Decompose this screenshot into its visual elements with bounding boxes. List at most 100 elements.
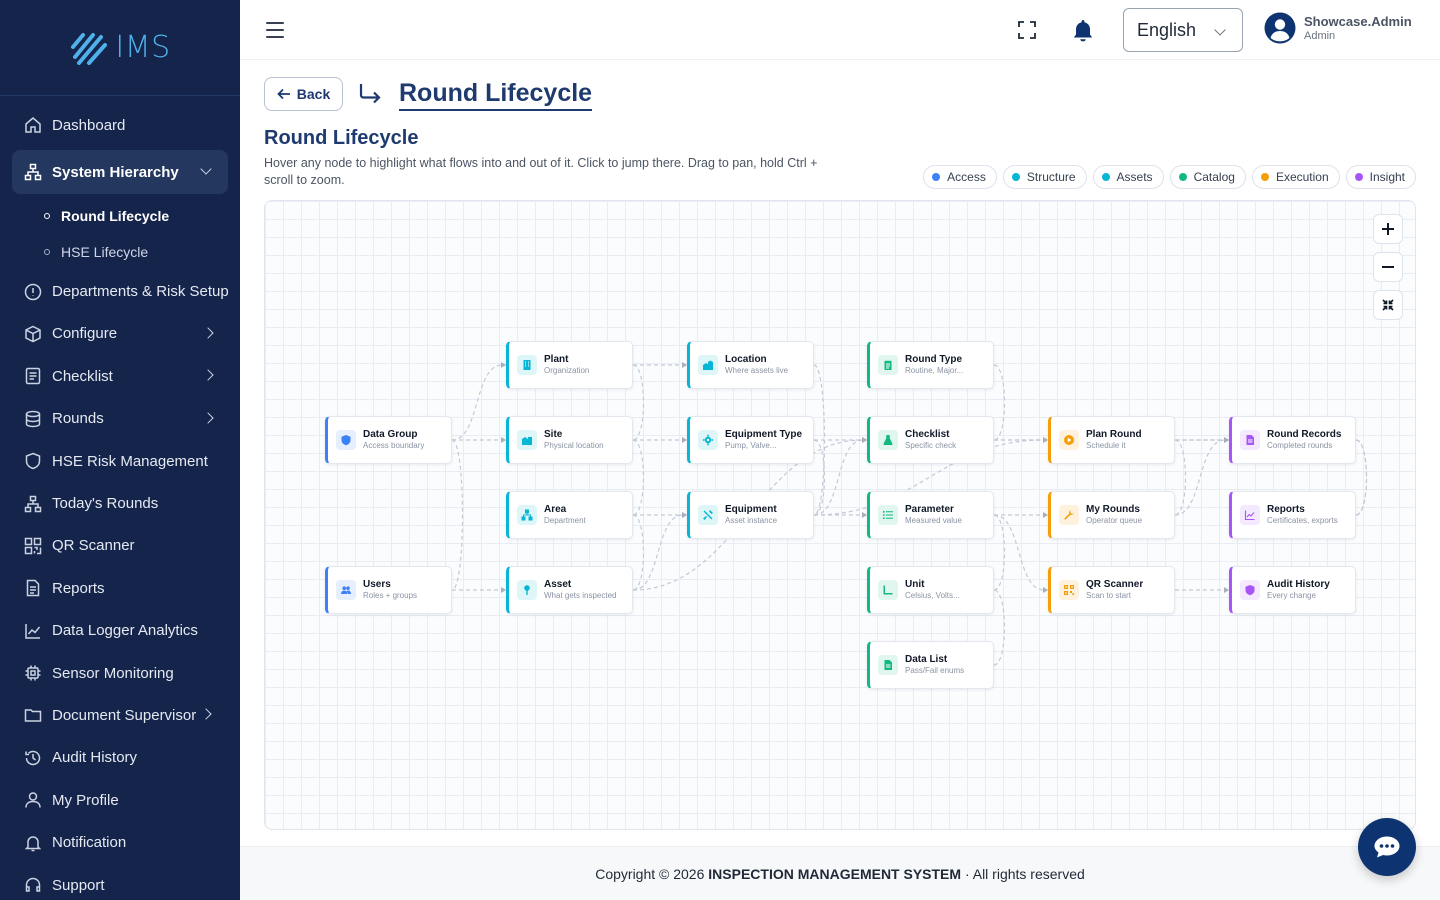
flow-node-asset[interactable]: Asset What gets inspected (506, 566, 633, 614)
sidebar-item-label: Data Logger Analytics (52, 622, 198, 640)
node-subtitle: Celsius, Volts... (905, 591, 960, 600)
flow-node-my-rounds[interactable]: My Rounds Operator queue (1048, 491, 1175, 539)
location-icon (698, 355, 718, 375)
flow-node-reports[interactable]: Reports Certificates, exports (1229, 491, 1356, 539)
minus-icon (1382, 266, 1394, 268)
flow-edge-data-group-to-plant (451, 364, 503, 441)
node-title: QR Scanner (1086, 579, 1144, 590)
flow-node-unit[interactable]: Unit Celsius, Volts... (867, 566, 994, 614)
flow-node-area[interactable]: Area Department (506, 491, 633, 539)
shield-icon (24, 452, 42, 470)
sidebar-item-qr-scanner[interactable]: QR Scanner (0, 525, 240, 567)
flow-node-checklist[interactable]: Checklist Specific check (867, 416, 994, 464)
flow-canvas[interactable]: Data Group Access boundary Users Roles + gr… (264, 200, 1416, 830)
chevron-right-icon (200, 708, 212, 721)
back-button[interactable]: Back (264, 77, 343, 111)
footer: Copyright © 2026 INSPECTION MANAGEMENT S… (240, 846, 1440, 900)
shield-icon (336, 430, 356, 450)
user-icon (24, 791, 42, 809)
sidebar-item-system-hierarchy[interactable]: System Hierarchy (12, 150, 228, 195)
flow-node-plant[interactable]: Plant Organization (506, 341, 633, 389)
menu-toggle-icon[interactable] (266, 22, 284, 38)
node-title: Area (544, 504, 567, 515)
flow-node-qr-scanner[interactable]: QR Scanner Scan to start (1048, 566, 1175, 614)
node-subtitle: Organization (544, 366, 590, 375)
legend-chip-assets[interactable]: Assets (1092, 165, 1164, 189)
sidebar-item-todays-rounds[interactable]: Today's Rounds (0, 482, 240, 524)
sidebar-item-notification[interactable]: Notification (0, 821, 240, 863)
pin-icon (517, 580, 537, 600)
breadcrumb-title[interactable]: Round Lifecycle (399, 78, 593, 111)
legend-label: Execution (1275, 170, 1329, 184)
node-text: Equipment Asset instance (725, 504, 777, 526)
sidebar-item-hse-risk[interactable]: HSE Risk Management (0, 440, 240, 482)
sidebar-item-dashboard[interactable]: Dashboard (0, 104, 240, 146)
sidebar-item-configure[interactable]: Configure (0, 313, 240, 355)
legend-dot (932, 173, 941, 181)
sidebar-item-reports[interactable]: Reports (0, 567, 240, 609)
flow-node-users[interactable]: Users Roles + groups (325, 566, 452, 614)
flow-node-location[interactable]: Location Where assets live (687, 341, 814, 389)
chevron-down-icon (1214, 24, 1226, 36)
sidebar-item-my-profile[interactable]: My Profile (0, 779, 240, 821)
notification-bell-icon[interactable] (1072, 19, 1094, 43)
node-title: Equipment Type (725, 429, 803, 440)
legend-chip-access[interactable]: Access (923, 165, 997, 189)
sidebar-subitem-round-lifecycle[interactable]: Round Lifecycle (0, 198, 240, 234)
sidebar-item-label: Configure (52, 325, 118, 343)
plus-icon (1382, 223, 1394, 235)
app-logo[interactable]: IMS (0, 0, 240, 96)
node-subtitle: Access boundary (363, 441, 425, 450)
flow-node-equipment[interactable]: Equipment Asset instance (687, 491, 814, 539)
flow-node-site[interactable]: Site Physical location (506, 416, 633, 464)
flow-node-round-type[interactable]: Round Type Routine, Major... (867, 341, 994, 389)
sidebar-item-label: Checklist (52, 367, 113, 385)
flow-node-parameter[interactable]: Parameter Measured value (867, 491, 994, 539)
sidebar-item-support[interactable]: Support (0, 864, 240, 900)
document-icon (1240, 430, 1260, 450)
legend-chip-structure[interactable]: Structure (1002, 165, 1087, 189)
legend-chip-catalog[interactable]: Catalog (1169, 165, 1246, 189)
flow-edge-plant-to-site (632, 364, 645, 441)
legend-chip-insight[interactable]: Insight (1345, 165, 1416, 189)
legend-dot (1101, 173, 1110, 181)
flow-node-audit-history[interactable]: Audit History Every change (1229, 566, 1356, 614)
node-title: Audit History (1267, 579, 1330, 590)
fullscreen-icon[interactable] (1018, 21, 1036, 39)
play-icon (1059, 430, 1079, 450)
node-text: Round Type Routine, Major... (905, 354, 963, 376)
language-select[interactable]: English (1123, 8, 1243, 52)
node-subtitle: Pump, Valve... (725, 441, 777, 450)
zoom-in-button[interactable] (1373, 214, 1403, 244)
zoom-out-button[interactable] (1373, 252, 1403, 282)
sidebar-item-sensor-monitoring[interactable]: Sensor Monitoring (0, 652, 240, 694)
chevron-right-icon (202, 327, 214, 339)
flow-node-data-list[interactable]: Data List Pass/Fail enums (867, 641, 994, 689)
flow-node-equipment-type[interactable]: Equipment Type Pump, Valve... (687, 416, 814, 464)
legend-chip-execution[interactable]: Execution (1251, 165, 1340, 189)
sidebar-item-rounds[interactable]: Rounds (0, 398, 240, 440)
flow-edge-area-to-asset (632, 514, 645, 591)
node-text: My Rounds Operator queue (1086, 504, 1142, 526)
flow-node-plan-round[interactable]: Plan Round Schedule it (1048, 416, 1175, 464)
node-title: Asset (544, 579, 572, 590)
sidebar-item-data-logger[interactable]: Data Logger Analytics (0, 610, 240, 652)
tools-icon (698, 505, 718, 525)
node-text: Data Group Access boundary (363, 429, 424, 451)
sidebar-item-checklist[interactable]: Checklist (0, 355, 240, 397)
sidebar-item-audit-history[interactable]: Audit History (0, 737, 240, 779)
sidebar-item-departments[interactable]: Departments & Risk Setup (0, 270, 240, 312)
user-menu[interactable]: Showcase.Admin Admin (1264, 12, 1412, 44)
chat-button[interactable] (1358, 818, 1416, 876)
user-name: Showcase.Admin (1304, 14, 1412, 29)
flow-node-round-records[interactable]: Round Records Completed rounds (1229, 416, 1356, 464)
node-subtitle: Scan to start (1086, 591, 1131, 600)
document-icon (24, 579, 42, 597)
node-text: Parameter Measured value (905, 504, 962, 526)
sidebar-item-document-supervisor[interactable]: Document Supervisor (0, 694, 240, 736)
sidebar-subitem-hse-lifecycle[interactable]: HSE Lifecycle (0, 234, 240, 270)
node-subtitle: Routine, Major... (905, 366, 964, 375)
flow-node-data-group[interactable]: Data Group Access boundary (325, 416, 452, 464)
fit-view-button[interactable] (1373, 290, 1403, 320)
flow-edge-site-to-area (632, 439, 645, 516)
